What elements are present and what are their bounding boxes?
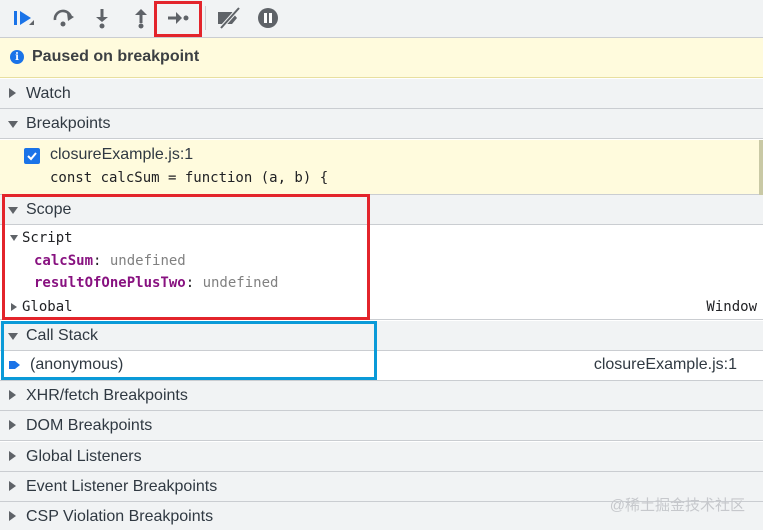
breakpoints-pane-header[interactable]: Breakpoints — [0, 109, 763, 139]
pause-on-exceptions-icon — [257, 7, 279, 29]
step-out-button[interactable] — [127, 4, 155, 32]
call-stack-highlight — [1, 321, 377, 380]
pause-on-exceptions-button[interactable] — [254, 4, 282, 32]
step-into-button[interactable] — [88, 4, 116, 32]
csp-violation-breakpoints-label: CSP Violation Breakpoints — [26, 508, 214, 525]
step-button-highlight — [154, 1, 202, 37]
watch-pane-header[interactable]: Watch — [0, 79, 763, 109]
resume-icon — [12, 8, 36, 28]
checkmark-icon — [27, 152, 37, 161]
breakpoint-checkbox[interactable] — [24, 148, 40, 164]
expand-arrow-icon — [9, 390, 16, 400]
paused-status-text: Paused on breakpoint — [32, 48, 200, 65]
step-into-icon — [92, 7, 112, 29]
breakpoint-file[interactable]: closureExample.js:1 — [50, 146, 193, 164]
global-listeners-pane-header[interactable]: Global Listeners — [0, 442, 763, 472]
info-icon: i — [10, 50, 24, 64]
scope-highlight — [2, 194, 370, 320]
call-stack-frame-location[interactable]: closureExample.js:1 — [594, 356, 737, 374]
step-out-icon — [131, 7, 151, 29]
scope-global-value: Window — [706, 299, 757, 315]
step-over-icon — [51, 8, 77, 28]
expand-arrow-icon — [9, 420, 16, 430]
expand-arrow-icon — [9, 511, 16, 521]
dom-breakpoints-label: DOM Breakpoints — [26, 417, 153, 434]
global-listeners-label: Global Listeners — [26, 448, 142, 465]
xhr-breakpoints-pane-header[interactable]: XHR/fetch Breakpoints — [0, 381, 763, 411]
event-listener-breakpoints-label: Event Listener Breakpoints — [26, 478, 218, 495]
breakpoints-label: Breakpoints — [26, 115, 111, 132]
breakpoint-code: const calcSum = function (a, b) { — [50, 170, 329, 186]
deactivate-breakpoints-button[interactable] — [215, 4, 243, 32]
paused-banner: i Paused on breakpoint — [0, 38, 763, 78]
expand-arrow-icon — [9, 481, 16, 491]
breakpoint-scroll-marker — [759, 140, 763, 195]
expand-arrow-icon — [9, 451, 16, 461]
expand-arrow-icon — [9, 88, 16, 98]
xhr-breakpoints-label: XHR/fetch Breakpoints — [26, 387, 188, 404]
toolbar-separator — [205, 6, 206, 30]
watch-label: Watch — [26, 85, 71, 102]
step-over-button[interactable] — [50, 4, 78, 32]
resume-button[interactable] — [10, 4, 38, 32]
watermark: @稀土掘金技术社区 — [609, 497, 745, 514]
deactivate-breakpoints-icon — [215, 7, 243, 29]
dom-breakpoints-pane-header[interactable]: DOM Breakpoints — [0, 411, 763, 441]
debugger-toolbar — [0, 0, 763, 38]
collapse-arrow-icon — [8, 121, 18, 128]
